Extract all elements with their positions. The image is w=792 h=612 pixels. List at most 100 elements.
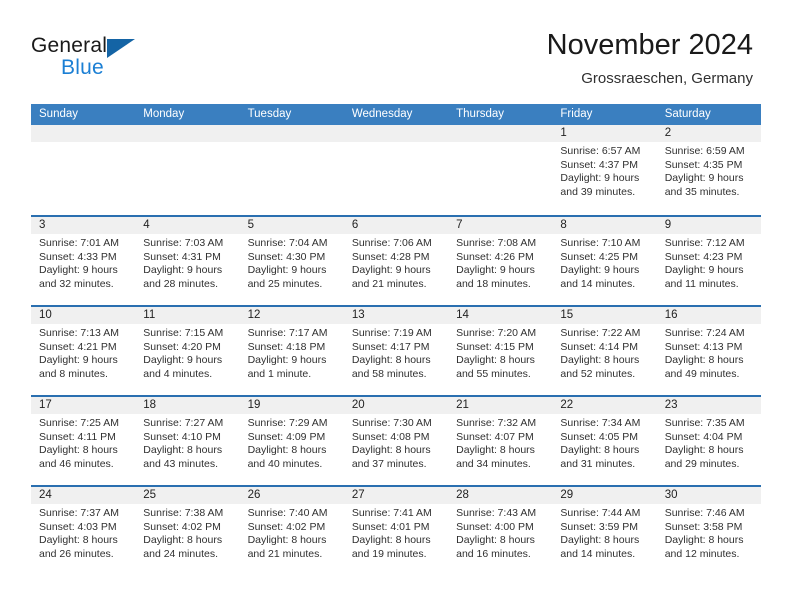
general-blue-logo[interactable]: General Blue [31, 34, 171, 86]
day-number: 17 [31, 397, 136, 414]
sunrise-text: Sunrise: 7:46 AM [664, 507, 745, 519]
calendar-day-cell[interactable]: 22 Sunrise: 7:34 AM Sunset: 4:05 PM Dayligh… [552, 397, 657, 485]
weekday-friday: Friday [560, 108, 593, 120]
calendar-day-cell[interactable]: 29 Sunrise: 7:44 AM Sunset: 3:59 PM Dayligh… [552, 487, 657, 575]
weekday-header-row: Sunday Monday Tuesday Wednesday Thursday… [31, 104, 761, 125]
calendar-day-cell[interactable]: 8 Sunrise: 7:10 AM Sunset: 4:25 PM Daylight… [552, 217, 657, 305]
sunset-text: Sunset: 4:23 PM [664, 250, 743, 263]
weekday-tuesday: Tuesday [247, 108, 292, 120]
calendar-day-cell[interactable]: 23 Sunrise: 7:35 AM Sunset: 4:04 PM Dayligh… [656, 397, 761, 485]
sunrise-text: Sunrise: 7:22 AM [560, 327, 641, 339]
daylight-text-line2: and 12 minutes. [664, 547, 740, 560]
calendar-day-cell[interactable]: 18 Sunrise: 7:27 AM Sunset: 4:10 PM Dayligh… [135, 397, 240, 485]
calendar-day-cell[interactable]: 19 Sunrise: 7:29 AM Sunset: 4:09 PM Dayligh… [239, 397, 344, 485]
daylight-text-line1: Daylight: 8 hours [351, 444, 431, 457]
daylight-text-line2: and 49 minutes. [664, 367, 740, 380]
calendar-day-cell[interactable]: 4 Sunrise: 7:03 AM Sunset: 4:31 PM Daylight… [135, 217, 240, 305]
day-sun-info: Sunrise: 6:57 AM Sunset: 4:37 PM Daylight:… [552, 142, 656, 199]
calendar-day-cell[interactable]: 25 Sunrise: 7:38 AM Sunset: 4:02 PM Dayligh… [135, 487, 240, 575]
day-sun-info: Sunrise: 7:10 AM Sunset: 4:25 PM Daylight:… [552, 234, 656, 291]
calendar-day-cell[interactable]: 15 Sunrise: 7:22 AM Sunset: 4:14 PM Dayligh… [552, 307, 657, 395]
daylight-text-line2: and 37 minutes. [351, 457, 427, 470]
daylight-text-line1: Daylight: 9 hours [664, 172, 744, 185]
daylight-text-line1: Daylight: 8 hours [456, 444, 535, 457]
sunrise-text: Sunrise: 7:10 AM [560, 237, 641, 249]
calendar-day-cell[interactable]: 24 Sunrise: 7:37 AM Sunset: 4:03 PM Dayligh… [31, 487, 136, 575]
logo-text-blue: Blue [61, 56, 104, 79]
day-number: 16 [656, 307, 761, 324]
day-number: 2 [656, 125, 761, 142]
day-number: 24 [31, 487, 136, 504]
calendar-day-cell[interactable]: 12 Sunrise: 7:17 AM Sunset: 4:18 PM Dayligh… [239, 307, 344, 395]
calendar-grid: Sunday Monday Tuesday Wednesday Thursday… [31, 104, 761, 575]
sunrise-text: Sunrise: 7:41 AM [351, 507, 432, 519]
day-number: 8 [552, 217, 657, 234]
calendar-day-cell[interactable]: 30 Sunrise: 7:46 AM Sunset: 3:58 PM Dayligh… [656, 487, 761, 575]
calendar-day-cell[interactable]: 27 Sunrise: 7:41 AM Sunset: 4:01 PM Dayligh… [343, 487, 449, 575]
daylight-text-line2: and 34 minutes. [456, 457, 531, 470]
calendar-day-cell[interactable]: 6 Sunrise: 7:06 AM Sunset: 4:28 PM Daylight… [343, 217, 449, 305]
day-sun-info: Sunrise: 7:22 AM Sunset: 4:14 PM Daylight:… [552, 324, 656, 381]
calendar-day-cell[interactable]: 21 Sunrise: 7:32 AM Sunset: 4:07 PM Dayligh… [448, 397, 553, 485]
day-sun-info: Sunrise: 7:01 AM Sunset: 4:33 PM Daylight:… [31, 234, 135, 291]
day-number: 14 [448, 307, 553, 324]
day-number: 22 [552, 397, 657, 414]
sunrise-text: Sunrise: 7:24 AM [664, 327, 745, 339]
day-number: 30 [656, 487, 761, 504]
daylight-text-line1: Daylight: 8 hours [143, 534, 223, 547]
calendar-day-cell[interactable]: 11 Sunrise: 7:15 AM Sunset: 4:20 PM Dayligh… [135, 307, 240, 395]
sunrise-text: Sunrise: 7:03 AM [143, 237, 224, 249]
calendar-day-cell[interactable]: 14 Sunrise: 7:20 AM Sunset: 4:15 PM Dayligh… [448, 307, 553, 395]
calendar-day-cell[interactable]: 7 Sunrise: 7:08 AM Sunset: 4:26 PM Daylight… [448, 217, 553, 305]
calendar-day-cell[interactable]: 2 Sunrise: 6:59 AM Sunset: 4:35 PM Daylight… [656, 125, 761, 215]
calendar-day-cell[interactable]: 1 Sunrise: 6:57 AM Sunset: 4:37 PM Daylight… [552, 125, 657, 215]
day-number: 25 [135, 487, 240, 504]
sunrise-text: Sunrise: 7:06 AM [351, 237, 432, 249]
calendar-day-cell[interactable]: 3 Sunrise: 7:01 AM Sunset: 4:33 PM Daylight… [31, 217, 136, 305]
day-number: 5 [239, 217, 344, 234]
sunrise-text: Sunrise: 7:20 AM [456, 327, 537, 339]
day-sun-info: Sunrise: 7:15 AM Sunset: 4:20 PM Daylight:… [135, 324, 239, 381]
daylight-text-line1: Daylight: 8 hours [351, 354, 431, 367]
sunset-text: Sunset: 4:02 PM [143, 520, 221, 533]
daylight-text-line1: Daylight: 9 hours [247, 354, 327, 367]
daylight-text-line2: and 40 minutes. [247, 457, 323, 470]
calendar-day-cell[interactable]: 16 Sunrise: 7:24 AM Sunset: 4:13 PM Dayligh… [656, 307, 761, 395]
calendar-day-cell[interactable]: 26 Sunrise: 7:40 AM Sunset: 4:02 PM Dayligh… [239, 487, 344, 575]
day-sun-info: Sunrise: 7:12 AM Sunset: 4:23 PM Daylight:… [657, 234, 761, 291]
daylight-text-line2: and 14 minutes. [560, 277, 636, 290]
calendar-day-cell-empty [448, 125, 553, 215]
sunset-text: Sunset: 4:20 PM [143, 340, 221, 353]
day-sun-info: Sunrise: 7:44 AM Sunset: 3:59 PM Daylight:… [552, 504, 656, 561]
daylight-text-line2: and 19 minutes. [351, 547, 427, 560]
daylight-text-line2: and 43 minutes. [143, 457, 218, 470]
page-title: November 2024 [546, 29, 753, 61]
daylight-text-line2: and 32 minutes. [39, 277, 114, 290]
day-number: 27 [343, 487, 449, 504]
day-number [448, 125, 553, 142]
sunrise-text: Sunrise: 7:08 AM [456, 237, 537, 249]
daylight-text-line2: and 58 minutes. [351, 367, 427, 380]
daylight-text-line2: and 39 minutes. [560, 185, 636, 198]
day-number: 9 [656, 217, 761, 234]
calendar-day-cell[interactable]: 5 Sunrise: 7:04 AM Sunset: 4:30 PM Daylight… [239, 217, 344, 305]
day-number: 11 [135, 307, 240, 324]
calendar-day-cell[interactable]: 17 Sunrise: 7:25 AM Sunset: 4:11 PM Dayligh… [31, 397, 136, 485]
daylight-text-line2: and 35 minutes. [664, 185, 740, 198]
daylight-text-line1: Daylight: 9 hours [39, 264, 118, 277]
calendar-day-cell[interactable]: 13 Sunrise: 7:19 AM Sunset: 4:17 PM Dayligh… [343, 307, 449, 395]
calendar-day-cell[interactable]: 28 Sunrise: 7:43 AM Sunset: 4:00 PM Dayligh… [448, 487, 553, 575]
day-sun-info: Sunrise: 6:59 AM Sunset: 4:35 PM Daylight:… [657, 142, 761, 199]
calendar-day-cell[interactable]: 20 Sunrise: 7:30 AM Sunset: 4:08 PM Dayligh… [343, 397, 449, 485]
location-subtitle: Grossraeschen, Germany [581, 70, 753, 87]
sunset-text: Sunset: 3:59 PM [560, 520, 639, 533]
sunrise-text: Sunrise: 7:34 AM [560, 417, 641, 429]
sunrise-text: Sunrise: 7:13 AM [39, 327, 119, 339]
calendar-day-cell[interactable]: 10 Sunrise: 7:13 AM Sunset: 4:21 PM Dayligh… [31, 307, 136, 395]
day-number: 29 [552, 487, 657, 504]
day-sun-info: Sunrise: 7:35 AM Sunset: 4:04 PM Daylight:… [657, 414, 761, 471]
day-number: 13 [343, 307, 449, 324]
calendar-day-cell[interactable]: 9 Sunrise: 7:12 AM Sunset: 4:23 PM Daylight… [656, 217, 761, 305]
day-number: 21 [448, 397, 553, 414]
sunset-text: Sunset: 4:15 PM [456, 340, 534, 353]
